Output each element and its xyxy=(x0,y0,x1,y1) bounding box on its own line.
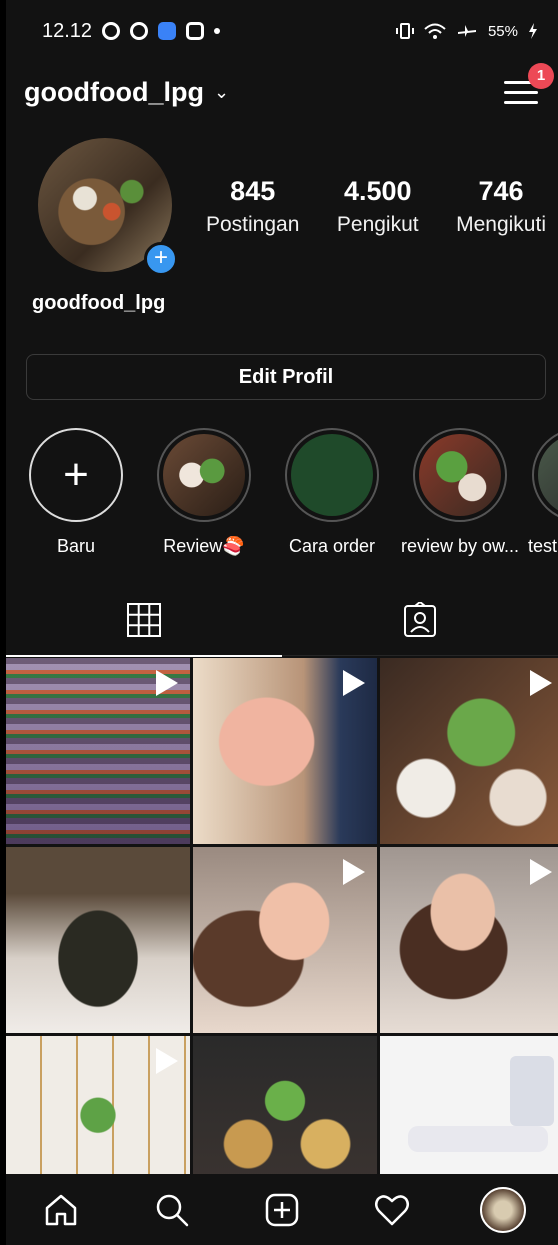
app-notification-icon xyxy=(130,22,149,40)
stat-posts[interactable]: 845 Postingan xyxy=(206,176,299,237)
post-thumbnail[interactable] xyxy=(6,1036,190,1174)
nav-activity[interactable] xyxy=(364,1182,420,1238)
nav-search[interactable] xyxy=(144,1182,200,1238)
highlight-cover xyxy=(419,434,501,516)
post-thumbnail[interactable] xyxy=(193,658,377,844)
screenshot-card xyxy=(510,1056,554,1126)
followers-label: Pengikut xyxy=(336,213,419,236)
whatsapp-icon xyxy=(102,22,121,40)
battery-level: 55% xyxy=(487,22,518,40)
video-icon xyxy=(156,1048,178,1074)
following-label: Mengikuti xyxy=(456,213,546,236)
highlight-label: Review🍣 xyxy=(163,536,245,556)
wifi-icon xyxy=(424,23,446,39)
posts-count: 845 xyxy=(230,176,276,206)
profile-tabs xyxy=(6,584,558,657)
app-notification-icon xyxy=(158,22,177,40)
highlight-testi[interactable]: testi xyxy=(528,428,558,557)
nav-profile[interactable] xyxy=(475,1182,531,1238)
video-icon xyxy=(343,859,365,885)
following-count: 746 xyxy=(478,176,524,206)
highlight-cover xyxy=(538,434,558,516)
post-thumbnail[interactable] xyxy=(6,658,190,844)
notification-badge: 1 xyxy=(528,63,554,89)
post-thumbnail[interactable] xyxy=(380,1036,558,1174)
posts-grid xyxy=(6,658,558,1174)
highlight-label: testi xyxy=(528,536,558,556)
highlight-label: Cara order xyxy=(288,536,376,556)
tab-tagged[interactable] xyxy=(282,584,558,656)
menu-button[interactable]: 1 xyxy=(504,63,554,107)
charging-icon xyxy=(529,23,537,39)
plus-icon: + xyxy=(29,428,123,522)
grid-icon xyxy=(127,603,161,637)
profile-avatar[interactable]: + xyxy=(38,138,178,276)
highlight-cover xyxy=(291,434,373,516)
account-switcher[interactable]: goodfood_lpg xyxy=(24,77,204,108)
video-icon xyxy=(343,670,365,696)
video-icon xyxy=(156,670,178,696)
instagram-profile-screen: 12.12 55% goodfood_lpg ⌄ 1 + 845 Posting… xyxy=(6,0,558,1245)
nav-home[interactable] xyxy=(33,1182,89,1238)
post-thumbnail[interactable] xyxy=(6,847,190,1033)
stat-followers[interactable]: 4.500 Pengikut xyxy=(337,176,419,237)
post-thumbnail[interactable] xyxy=(193,1036,377,1174)
chevron-down-icon[interactable]: ⌄ xyxy=(214,82,229,103)
post-thumbnail[interactable] xyxy=(380,847,558,1033)
status-time: 12.12 xyxy=(42,19,93,42)
highlight-review[interactable]: Review🍣 xyxy=(144,428,264,557)
home-icon xyxy=(45,1194,77,1225)
instagram-notification-icon xyxy=(186,22,205,40)
status-bar: 12.12 55% xyxy=(6,0,558,62)
more-notifications-dot xyxy=(214,28,221,34)
highlight-review-by-owner[interactable]: review by ow... xyxy=(400,428,520,557)
profile-stats: 845 Postingan 4.500 Pengikut 746 Mengiku… xyxy=(206,176,546,237)
profile-name: goodfood_lpg xyxy=(32,292,166,314)
screenshot-message xyxy=(408,1126,548,1152)
highlight-label: Baru xyxy=(56,536,96,556)
profile-avatar-icon xyxy=(479,1186,526,1233)
highlight-new[interactable]: + Baru xyxy=(16,428,136,557)
posts-label: Postingan xyxy=(206,213,300,236)
vibrate-icon xyxy=(395,23,414,39)
video-icon xyxy=(530,859,552,885)
add-post-icon xyxy=(265,1193,299,1226)
video-icon xyxy=(530,670,552,696)
post-thumbnail[interactable] xyxy=(380,658,558,844)
search-icon xyxy=(156,1194,188,1226)
nav-create[interactable] xyxy=(254,1182,310,1238)
bottom-navigation xyxy=(6,1174,558,1245)
post-thumbnail[interactable] xyxy=(193,847,377,1033)
highlight-cara-order[interactable]: Cara order xyxy=(272,428,392,557)
edit-profile-button[interactable]: Edit Profil xyxy=(26,354,546,400)
add-story-icon[interactable]: + xyxy=(144,242,178,276)
story-highlights: + Baru Review🍣 Cara order review by ow..… xyxy=(6,428,558,566)
profile-header: goodfood_lpg ⌄ 1 xyxy=(6,62,558,122)
airplane-icon xyxy=(457,25,476,37)
tab-posts-grid[interactable] xyxy=(6,584,282,657)
highlight-label: review by ow... xyxy=(400,536,520,556)
stat-following[interactable]: 746 Mengikuti xyxy=(456,176,546,237)
tagged-icon xyxy=(404,602,436,637)
heart-icon xyxy=(375,1194,410,1225)
followers-count: 4.500 xyxy=(343,176,412,206)
highlight-cover xyxy=(163,434,245,516)
